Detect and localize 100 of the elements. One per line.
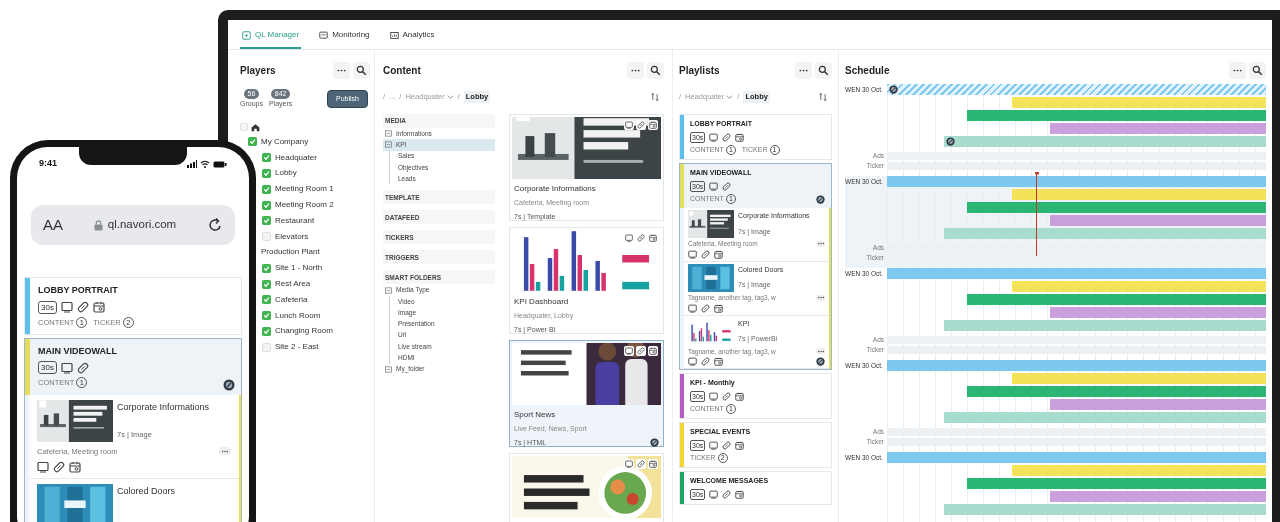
- url-text: ql.navori.com: [107, 217, 177, 233]
- screen-icon[interactable]: [60, 301, 73, 313]
- tree-item[interactable]: Lobby: [275, 167, 297, 180]
- panel-title: Playlists: [679, 63, 720, 78]
- tree-item[interactable]: Changing Room: [275, 325, 333, 338]
- more-button[interactable]: [816, 348, 825, 355]
- checkbox[interactable]: [262, 153, 271, 163]
- tag-icon[interactable]: [722, 440, 732, 450]
- calendar-icon[interactable]: [714, 357, 723, 367]
- search-button[interactable]: [353, 61, 370, 79]
- checkbox[interactable]: [262, 295, 271, 305]
- checkbox[interactable]: [262, 200, 271, 210]
- calendar-icon[interactable]: [735, 440, 745, 450]
- playlist-entry[interactable]: Colored Doors: [29, 478, 239, 522]
- checkbox[interactable]: [262, 326, 271, 336]
- home-icon: [251, 122, 260, 132]
- tree-item[interactable]: Rest Area: [275, 278, 311, 291]
- calendar-icon[interactable]: [648, 233, 658, 243]
- screen-icon[interactable]: [624, 459, 634, 469]
- chevron-icon: [726, 94, 734, 100]
- playlist-title: MAIN VIDEOWALL: [38, 344, 118, 358]
- entry-title: Corporate Informations: [117, 400, 210, 414]
- calendar-icon[interactable]: [69, 460, 81, 473]
- tab-icon: [242, 30, 251, 40]
- calendar-icon[interactable]: [735, 489, 745, 499]
- tab-icon: [389, 30, 399, 40]
- more-icon: [816, 295, 825, 301]
- text-size-button[interactable]: AA: [43, 213, 63, 237]
- chevron-icon: [446, 94, 454, 100]
- wifi-icon: [200, 160, 210, 168]
- calendar-icon[interactable]: [714, 249, 723, 259]
- tree-item[interactable]: Meeting Room 2: [275, 199, 334, 212]
- search-button[interactable]: [815, 61, 832, 79]
- tree-item[interactable]: Headquater: [275, 151, 317, 164]
- checkbox[interactable]: [262, 232, 271, 242]
- screen-icon[interactable]: [60, 361, 73, 374]
- tree-item[interactable]: Meeting Room 1: [275, 183, 334, 196]
- calendar-icon[interactable]: [735, 132, 745, 142]
- tab-icon: [319, 30, 329, 40]
- search-button[interactable]: [647, 61, 664, 79]
- screen-icon[interactable]: [624, 346, 634, 356]
- checkbox[interactable]: [240, 123, 248, 131]
- folder-icon: [385, 141, 392, 149]
- tab[interactable]: Analytics: [387, 29, 437, 49]
- search-button[interactable]: [1249, 61, 1266, 79]
- tag-icon[interactable]: [722, 489, 732, 499]
- checkbox[interactable]: [262, 342, 271, 352]
- tag-icon[interactable]: [76, 361, 89, 374]
- more-icon: [221, 448, 229, 454]
- checkbox[interactable]: [262, 169, 271, 178]
- screen-icon[interactable]: [624, 120, 634, 130]
- calendar-icon[interactable]: [648, 459, 658, 469]
- tree-item[interactable]: Lunch Room: [275, 309, 321, 322]
- search-icon: [1252, 64, 1263, 76]
- tab[interactable]: Monitoring: [317, 29, 372, 49]
- checkbox[interactable]: [262, 184, 271, 194]
- tag-icon[interactable]: [722, 132, 732, 142]
- panel-title: Players: [240, 63, 276, 78]
- checkbox[interactable]: [262, 216, 271, 226]
- reload-icon[interactable]: [207, 217, 223, 233]
- tree-item[interactable]: Restaurant: [275, 214, 315, 227]
- screen-icon[interactable]: [37, 460, 49, 473]
- more-icon: [816, 241, 825, 247]
- more-button[interactable]: [219, 447, 231, 456]
- signal-icon: [187, 160, 197, 168]
- tag-icon[interactable]: [701, 303, 710, 313]
- tree-item[interactable]: Production Plant: [261, 246, 320, 259]
- checkbox[interactable]: [262, 279, 271, 289]
- calendar-icon[interactable]: [648, 120, 658, 130]
- calendar-icon[interactable]: [714, 303, 723, 313]
- tag-icon[interactable]: [53, 460, 65, 473]
- tag-icon[interactable]: [76, 301, 89, 313]
- folder-icon: [385, 130, 392, 138]
- tree-item[interactable]: Elevators: [275, 230, 309, 243]
- checkbox[interactable]: [262, 263, 271, 273]
- checkbox[interactable]: [262, 311, 271, 321]
- tree-item[interactable]: Cafeteria: [275, 293, 308, 306]
- tree-item[interactable]: Site 2 - East: [275, 341, 319, 354]
- calendar-icon[interactable]: [735, 391, 745, 401]
- more-icon: [816, 348, 825, 354]
- duration-badge: 30s: [38, 300, 57, 314]
- search-icon: [818, 64, 829, 76]
- search-icon: [650, 64, 661, 76]
- more-button[interactable]: [816, 294, 825, 301]
- more-button[interactable]: [816, 240, 825, 247]
- tree-item[interactable]: Site 1 - North: [275, 262, 323, 275]
- calendar-icon[interactable]: [648, 346, 658, 356]
- folder-icon: [385, 365, 392, 373]
- calendar-icon[interactable]: [92, 301, 105, 313]
- tag-icon[interactable]: [722, 391, 732, 401]
- address-bar[interactable]: AA ql.navori.com: [31, 205, 235, 245]
- screen-icon[interactable]: [624, 233, 634, 243]
- checkbox[interactable]: [248, 137, 257, 147]
- status-time: 9:41: [39, 157, 57, 171]
- tree-item[interactable]: My Company: [261, 135, 309, 148]
- battery-icon: [213, 160, 227, 168]
- card-title: Sport News: [513, 409, 557, 421]
- tab[interactable]: QL Manager: [240, 29, 302, 49]
- tag-icon[interactable]: [701, 357, 710, 367]
- tag-icon[interactable]: [701, 249, 710, 259]
